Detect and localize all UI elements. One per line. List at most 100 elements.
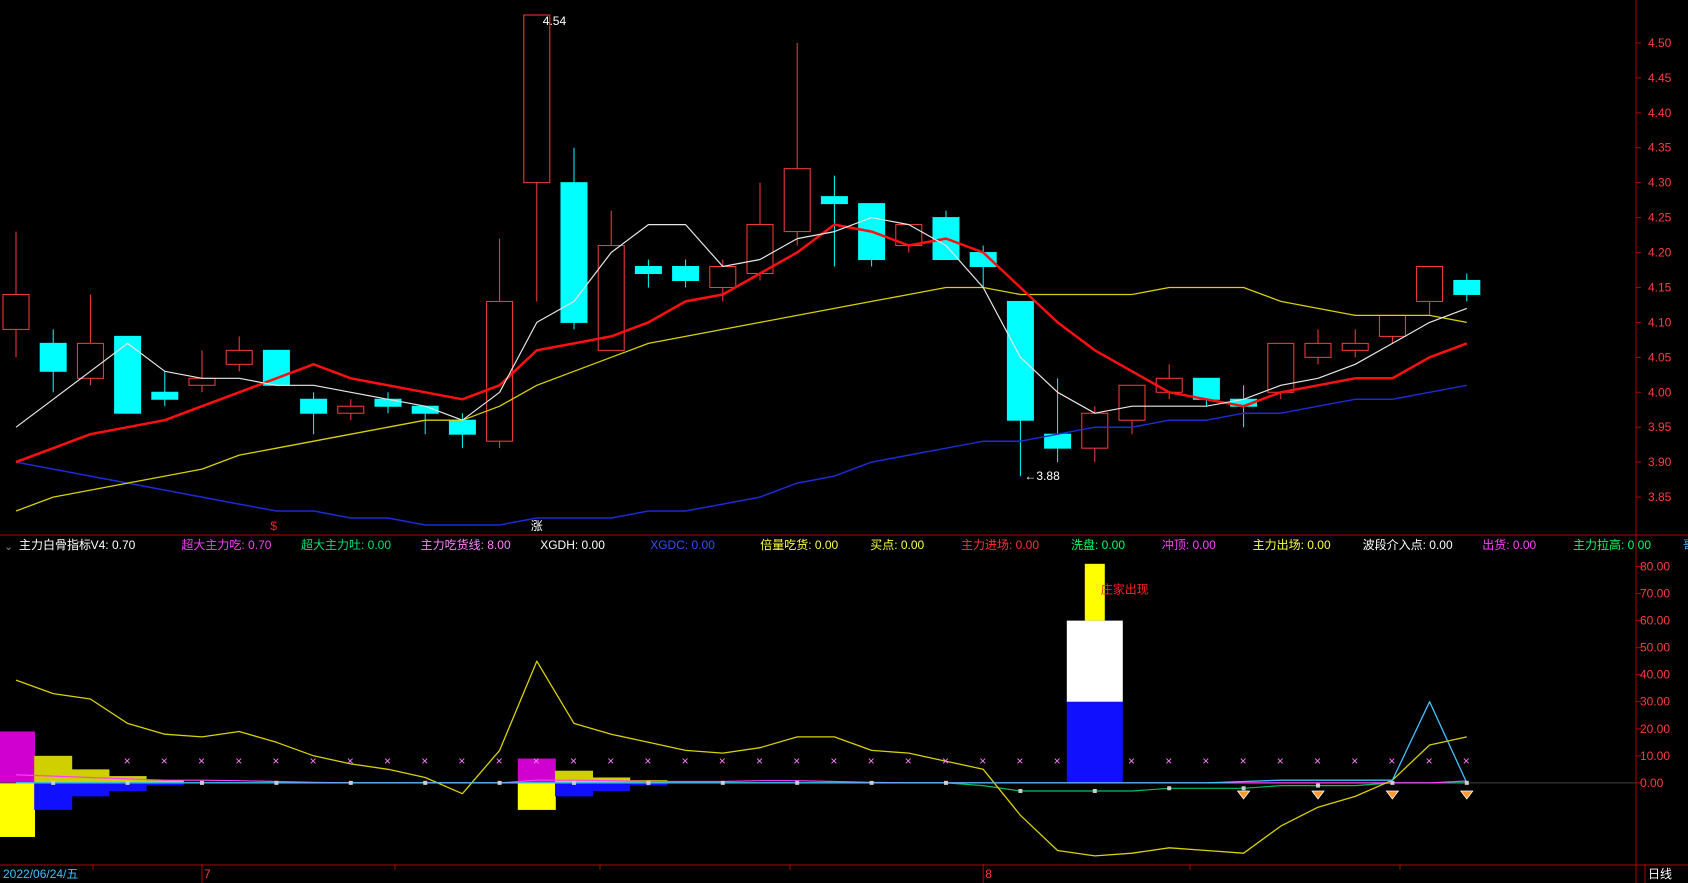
candle[interactable]: [300, 398, 328, 414]
baseline-dot: [572, 780, 576, 785]
candle[interactable]: [337, 405, 365, 414]
candle[interactable]: [672, 266, 700, 281]
baseline-dot: [1464, 780, 1469, 785]
buy-cross-marker: ×: [347, 754, 354, 768]
buy-cross-marker: ×: [942, 754, 949, 768]
indicator-bar: [0, 782, 35, 837]
legend-item: 主力进场: 0.00: [961, 538, 1039, 552]
legend-item: 洗盘: 0.00: [1071, 537, 1125, 552]
price-tick-label: 3.85: [1648, 490, 1672, 504]
candle[interactable]: [1081, 412, 1109, 449]
legend-item: XGDC: 0.00: [650, 538, 715, 552]
candle[interactable]: [1416, 266, 1444, 302]
baseline-dot: [944, 780, 948, 785]
baseline-dot: [1316, 783, 1320, 788]
candle[interactable]: [1006, 300, 1034, 421]
buy-cross-marker: ×: [1426, 754, 1433, 768]
buy-cross-marker: ×: [756, 754, 763, 768]
candle[interactable]: [374, 398, 402, 407]
candle[interactable]: [188, 377, 216, 386]
candle[interactable]: [39, 342, 67, 372]
candle[interactable]: [597, 245, 625, 351]
candle[interactable]: [1453, 279, 1481, 295]
candle[interactable]: [1341, 342, 1369, 351]
legend-item: 买点: 0.00: [870, 538, 924, 552]
price-tick-label: 4.50: [1648, 36, 1672, 50]
signal-marker: 涨: [531, 518, 543, 533]
low-price-label: ←3.88: [1024, 469, 1060, 483]
candle[interactable]: [709, 266, 737, 288]
indicator-legend: ⌄ 主力白骨指标 V4: 0.70 超大主力吃: 0.70 超大主力吐: 0.00 主力…: [4, 537, 1688, 553]
candle[interactable]: [262, 349, 290, 386]
indicator-tick-label: 70.00: [1640, 587, 1670, 601]
candle[interactable]: [1155, 377, 1183, 393]
candle[interactable]: [2, 293, 30, 330]
ma5-line: [15, 217, 1468, 428]
legend-item: 倍量吃货: 0.00: [760, 537, 838, 552]
buy-cross-marker: ×: [793, 754, 800, 768]
baseline-dot: [348, 780, 353, 785]
buy-cross-marker: ×: [644, 754, 651, 768]
candle[interactable]: [1378, 314, 1406, 337]
indicator-bar: [517, 782, 556, 810]
buy-cross-marker: ×: [1016, 754, 1023, 768]
candle[interactable]: [820, 196, 848, 205]
yellow-line: [15, 660, 1467, 857]
date-axis: 2022/06/24/五 日线 7 8: [3, 864, 1672, 883]
buy-cross-marker: ×: [682, 754, 689, 768]
buy-cross-marker: ×: [570, 754, 577, 768]
drop-icon: [1311, 790, 1325, 800]
indicator-bar: [1066, 620, 1123, 702]
baseline-dot: [795, 780, 800, 785]
price-tick-label: 3.95: [1648, 420, 1672, 434]
buy-cross-marker: ×: [533, 754, 540, 768]
legend-item: 主力出场: 0.00: [1253, 538, 1331, 552]
candle[interactable]: [448, 419, 476, 435]
candle[interactable]: [76, 342, 104, 379]
price-tick-label: 4.45: [1648, 71, 1672, 85]
candle[interactable]: [746, 224, 774, 274]
month-label: 8: [985, 867, 992, 881]
buy-cross-marker: ×: [1388, 754, 1395, 768]
buy-cross-marker: ×: [905, 754, 912, 768]
indicator-panel[interactable]: 庄家出现 × × × × × × × × × × × × × × × × × × × × × × × × × × × × × × × × × × × ×: [0, 563, 1636, 857]
baseline-dot: [1241, 786, 1246, 791]
price-tick-label: 4.40: [1648, 106, 1672, 120]
buy-cross-marker: ×: [1277, 754, 1284, 768]
price-y-axis: 4.50 4.45 4.40 4.35 4.30 4.25 4.20 4.15 4.10 4.05…: [1636, 36, 1672, 504]
candle[interactable]: [1118, 384, 1146, 421]
buy-cross-marker: ×: [421, 754, 428, 768]
legend-item: 波段介入点: 0.00: [1363, 537, 1453, 552]
legend-item: 主力拉高: 0.00: [1573, 537, 1651, 552]
price-panel[interactable]: 4.54 ←3.88 $ 涨: [2, 14, 1481, 533]
candle[interactable]: [1304, 342, 1332, 358]
buy-cross-marker: ×: [124, 754, 131, 768]
price-tick-label: 4.30: [1648, 176, 1672, 190]
price-tick-label: 4.25: [1648, 211, 1672, 225]
baseline-dot: [125, 780, 130, 785]
candle[interactable]: [634, 266, 662, 274]
candle[interactable]: [486, 300, 514, 442]
buy-cross-marker: ×: [1314, 754, 1321, 768]
candle[interactable]: [151, 391, 179, 400]
indicator-tick-label: 40.00: [1640, 668, 1670, 682]
banker-appears-label: 庄家出现: [1101, 582, 1149, 597]
candle[interactable]: [225, 349, 253, 365]
buy-cross-marker: ×: [1240, 754, 1247, 768]
stock-chart[interactable]: 4.54 ←3.88 $ 涨 4.50 4.45 4.40 4.35 4.30 4.25 4.20…: [0, 0, 1688, 883]
legend-item: 超大主力吐: 0.00: [301, 537, 391, 552]
candle[interactable]: [523, 14, 551, 184]
drop-icon: [1385, 790, 1400, 800]
legend-item: 哥要起涨: 0.00: [1683, 537, 1688, 552]
buy-cross-marker: ×: [1351, 754, 1358, 768]
period-label[interactable]: 日线: [1648, 867, 1672, 881]
legend-item: V4: 0.70: [91, 538, 136, 552]
collapse-icon[interactable]: ⌄: [4, 541, 13, 553]
candle[interactable]: [1192, 377, 1220, 400]
legend-item: 出货: 0.00: [1482, 537, 1536, 552]
cyan-line: [16, 701, 1468, 784]
indicator-bar: [555, 782, 593, 797]
candle[interactable]: [114, 335, 142, 414]
candle[interactable]: [783, 168, 811, 233]
indicator-y-axis: 80.00 70.00 60.00 50.00 40.00 30.00 20.00 10.00…: [1636, 560, 1670, 790]
